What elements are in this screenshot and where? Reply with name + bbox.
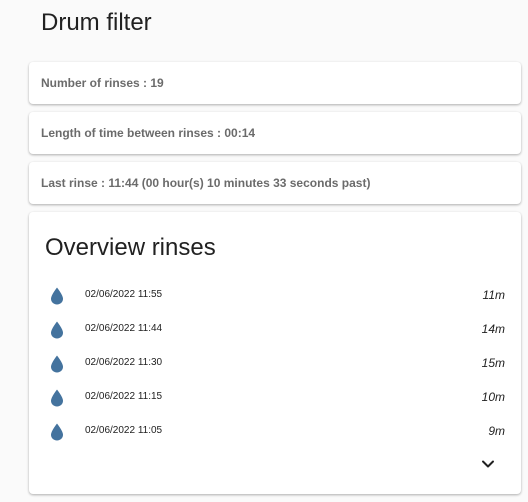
chevron-down-icon <box>482 460 494 468</box>
page-title: Drum filter <box>41 9 152 36</box>
water-drop-icon <box>50 389 64 407</box>
rinse-timestamp: 02/06/2022 11:05 <box>85 425 163 436</box>
rinse-timestamp: 02/06/2022 11:55 <box>85 289 163 300</box>
overview-title: Overview rinses <box>45 234 216 261</box>
water-drop-icon <box>50 321 64 339</box>
rinse-list-item[interactable]: 02/06/2022 11:05 9m <box>29 414 521 448</box>
rinse-duration: 14m <box>481 322 505 336</box>
last-rinse-text: Last rinse : 11:44 (00 hour(s) 10 minute… <box>41 176 371 190</box>
rinse-list-item[interactable]: 02/06/2022 11:15 10m <box>29 380 521 414</box>
rinse-list: 02/06/2022 11:55 11m 02/06/2022 11:44 14… <box>29 278 521 448</box>
rinse-interval-card[interactable]: Length of time between rinses : 00:14 <box>29 112 521 154</box>
water-drop-icon <box>50 423 64 441</box>
rinse-interval-text: Length of time between rinses : 00:14 <box>41 126 256 140</box>
dashboard-view: Drum filter Number of rinses : 19 Length… <box>0 0 528 502</box>
water-drop-icon <box>50 355 64 373</box>
rinse-duration: 11m <box>482 288 505 302</box>
rinse-timestamp: 02/06/2022 11:15 <box>85 391 163 402</box>
rinse-duration: 9m <box>488 424 505 438</box>
rinse-duration: 15m <box>481 356 505 370</box>
expand-list-button[interactable] <box>479 456 497 472</box>
water-drop-icon <box>50 287 64 305</box>
rinse-timestamp: 02/06/2022 11:30 <box>85 357 163 368</box>
rinse-count-card[interactable]: Number of rinses : 19 <box>29 62 521 104</box>
rinse-count-text: Number of rinses : 19 <box>41 76 164 90</box>
last-rinse-card[interactable]: Last rinse : 11:44 (00 hour(s) 10 minute… <box>29 162 521 204</box>
overview-rinses-card: Overview rinses 02/06/2022 11:55 11m 02/… <box>29 212 521 494</box>
rinse-list-item[interactable]: 02/06/2022 11:55 11m <box>29 278 521 312</box>
rinse-duration: 10m <box>481 390 505 404</box>
rinse-list-item[interactable]: 02/06/2022 11:44 14m <box>29 312 521 346</box>
rinse-list-item[interactable]: 02/06/2022 11:30 15m <box>29 346 521 380</box>
rinse-timestamp: 02/06/2022 11:44 <box>85 323 163 334</box>
